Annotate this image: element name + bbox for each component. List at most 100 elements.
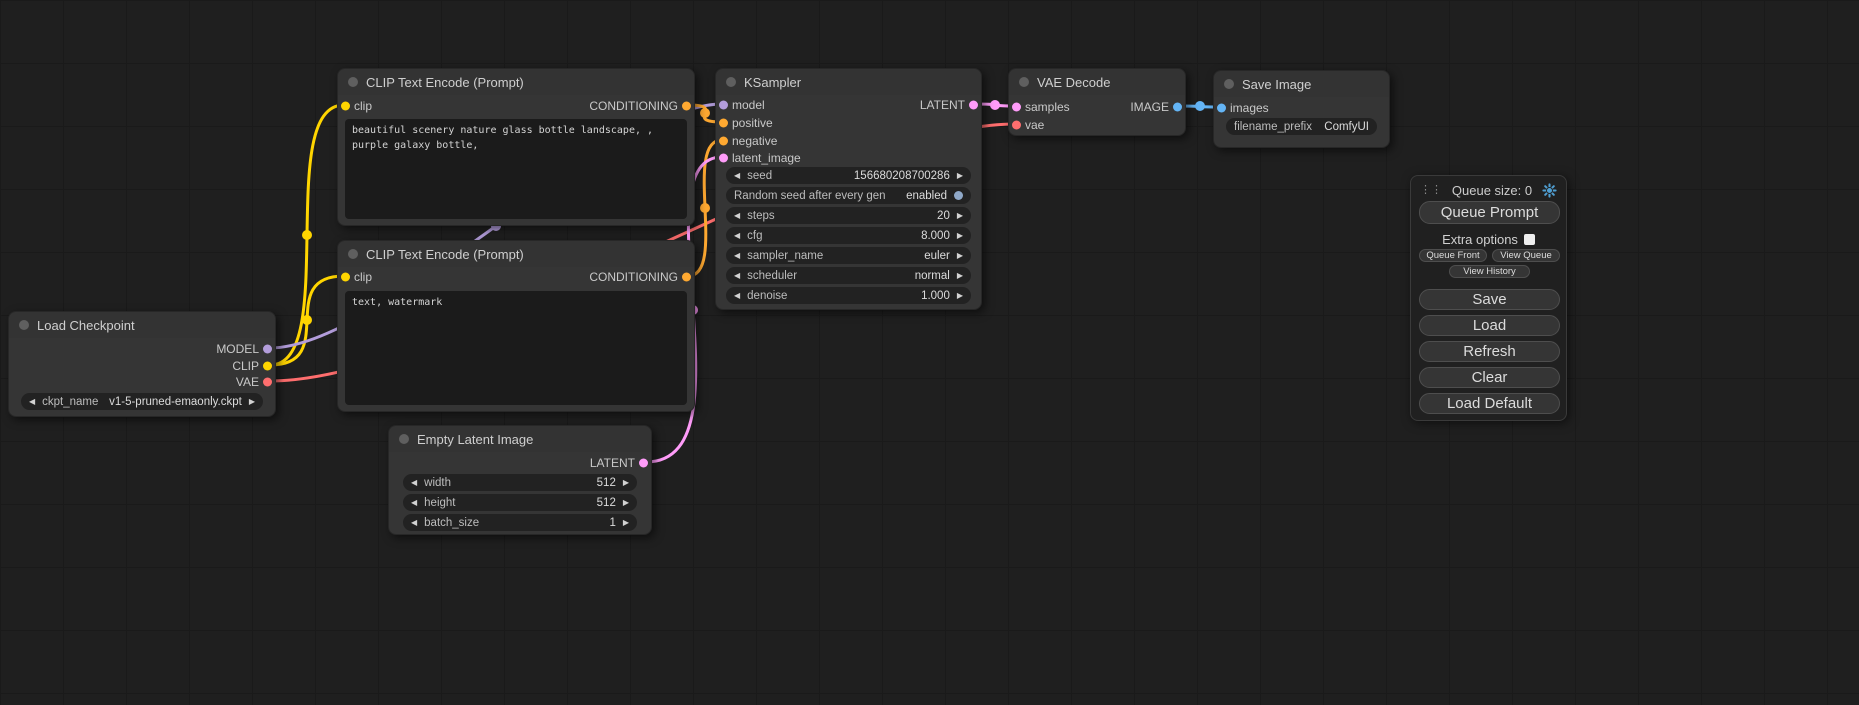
collapse-dot[interactable] (348, 77, 358, 87)
node-title-text: CLIP Text Encode (Prompt) (366, 75, 524, 90)
node-ksampler[interactable]: KSampler model positive negative latent_… (715, 68, 982, 310)
drag-handle-icon[interactable]: ⋮⋮ (1420, 185, 1442, 196)
load-button[interactable]: Load (1419, 315, 1560, 336)
denoise-widget[interactable]: ◀ denoise 1.000 ▶ (726, 287, 971, 304)
decrement-arrow-icon[interactable]: ◀ (411, 479, 417, 487)
decrement-arrow-icon[interactable]: ◀ (734, 272, 740, 280)
port-label: clip (354, 99, 372, 113)
steps-widget[interactable]: ◀ steps 20 ▶ (726, 207, 971, 224)
increment-arrow-icon[interactable]: ▶ (249, 398, 255, 406)
node-clip-text-encode-positive[interactable]: CLIP Text Encode (Prompt) clip CONDITION… (337, 68, 695, 226)
decrement-arrow-icon[interactable]: ◀ (29, 398, 35, 406)
increment-arrow-icon[interactable]: ▶ (957, 232, 963, 240)
node-save-image[interactable]: Save Image images filename_prefix ComfyU… (1213, 70, 1390, 148)
increment-arrow-icon[interactable]: ▶ (957, 252, 963, 260)
node-title-text: Load Checkpoint (37, 318, 135, 333)
collapse-dot[interactable] (399, 434, 409, 444)
model-input-dot[interactable] (719, 101, 728, 110)
decrement-arrow-icon[interactable]: ◀ (411, 519, 417, 527)
refresh-button[interactable]: Refresh (1419, 341, 1560, 362)
conditioning-output-dot[interactable] (682, 102, 691, 111)
clip-input-dot[interactable] (341, 102, 350, 111)
node-vae-decode[interactable]: VAE Decode samples vae IMAGE (1008, 68, 1186, 136)
view-queue-button[interactable]: View Queue (1492, 249, 1560, 262)
widget-value: 512 (463, 497, 616, 509)
collapse-dot[interactable] (19, 320, 29, 330)
node-header: KSampler (716, 69, 981, 95)
port-label: IMAGE (1130, 100, 1169, 114)
collapse-dot[interactable] (726, 77, 736, 87)
latent-output-dot[interactable] (639, 459, 648, 468)
width-widget[interactable]: ◀ width 512 ▶ (403, 474, 637, 491)
seed-widget[interactable]: ◀ seed 156680208700286 ▶ (726, 167, 971, 184)
increment-arrow-icon[interactable]: ▶ (957, 172, 963, 180)
random-seed-toggle[interactable]: Random seed after every gen enabled (726, 187, 971, 204)
filename-prefix-widget[interactable]: filename_prefix ComfyUI (1226, 118, 1377, 135)
widget-label: ckpt_name (42, 396, 98, 408)
collapse-dot[interactable] (348, 249, 358, 259)
link-midpoint-dot (990, 100, 1000, 110)
save-button[interactable]: Save (1419, 289, 1560, 310)
decrement-arrow-icon[interactable]: ◀ (734, 172, 740, 180)
image-output-dot[interactable] (1173, 103, 1182, 112)
settings-gear-icon[interactable] (1542, 183, 1557, 198)
link-midpoint-dot (700, 108, 710, 118)
conditioning-output-dot[interactable] (682, 273, 691, 282)
positive-input-dot[interactable] (719, 119, 728, 128)
node-load-checkpoint[interactable]: Load Checkpoint MODEL CLIP VAE ◀ ckpt_na… (8, 311, 276, 417)
link-midpoint-dot (700, 203, 710, 213)
vae-input-dot[interactable] (1012, 121, 1021, 130)
model-output-dot[interactable] (263, 345, 272, 354)
ckpt-name-widget[interactable]: ◀ ckpt_name v1-5-pruned-emaonly.ckpt ▶ (21, 393, 263, 410)
negative-input-port: negative (716, 133, 777, 149)
collapse-dot[interactable] (1019, 77, 1029, 87)
node-title-text: CLIP Text Encode (Prompt) (366, 247, 524, 262)
node-graph-canvas[interactable]: Load Checkpoint MODEL CLIP VAE ◀ ckpt_na… (0, 0, 1859, 705)
node-clip-text-encode-negative[interactable]: CLIP Text Encode (Prompt) clip CONDITION… (337, 240, 695, 412)
samples-input-dot[interactable] (1012, 103, 1021, 112)
decrement-arrow-icon[interactable]: ◀ (411, 499, 417, 507)
node-empty-latent-image[interactable]: Empty Latent Image LATENT ◀ width 512 ▶ … (388, 425, 652, 535)
clip-input-port: clip (338, 98, 372, 114)
port-label: LATENT (590, 456, 635, 470)
decrement-arrow-icon[interactable]: ◀ (734, 252, 740, 260)
queue-front-button[interactable]: Queue Front (1419, 249, 1487, 262)
widget-value: enabled (893, 190, 947, 202)
clip-input-dot[interactable] (341, 273, 350, 282)
positive-prompt-textarea[interactable]: beautiful scenery nature glass bottle la… (345, 119, 687, 219)
increment-arrow-icon[interactable]: ▶ (623, 499, 629, 507)
collapse-dot[interactable] (1224, 79, 1234, 89)
clear-button[interactable]: Clear (1419, 367, 1560, 388)
widget-value: 512 (458, 477, 616, 489)
sampler-name-widget[interactable]: ◀ sampler_name euler ▶ (726, 247, 971, 264)
view-history-button[interactable]: View History (1449, 265, 1530, 278)
increment-arrow-icon[interactable]: ▶ (957, 292, 963, 300)
images-input-dot[interactable] (1217, 104, 1226, 113)
port-label: VAE (236, 375, 259, 389)
toggle-dot-icon[interactable] (954, 191, 963, 200)
negative-prompt-textarea[interactable]: text, watermark (345, 291, 687, 405)
cfg-widget[interactable]: ◀ cfg 8.000 ▶ (726, 227, 971, 244)
increment-arrow-icon[interactable]: ▶ (957, 212, 963, 220)
model-input-port: model (716, 97, 765, 113)
extra-options-checkbox[interactable] (1524, 234, 1535, 245)
decrement-arrow-icon[interactable]: ◀ (734, 232, 740, 240)
port-label: model (732, 98, 765, 112)
latent-image-input-port: latent_image (716, 150, 801, 166)
increment-arrow-icon[interactable]: ▶ (623, 479, 629, 487)
scheduler-widget[interactable]: ◀ scheduler normal ▶ (726, 267, 971, 284)
increment-arrow-icon[interactable]: ▶ (957, 272, 963, 280)
decrement-arrow-icon[interactable]: ◀ (734, 212, 740, 220)
batch-size-widget[interactable]: ◀ batch_size 1 ▶ (403, 514, 637, 531)
height-widget[interactable]: ◀ height 512 ▶ (403, 494, 637, 511)
increment-arrow-icon[interactable]: ▶ (623, 519, 629, 527)
negative-input-dot[interactable] (719, 137, 728, 146)
widget-value: 20 (782, 210, 950, 222)
queue-prompt-button[interactable]: Queue Prompt (1419, 201, 1560, 224)
clip-output-dot[interactable] (263, 362, 272, 371)
latent-image-input-dot[interactable] (719, 154, 728, 163)
latent-output-dot[interactable] (969, 101, 978, 110)
decrement-arrow-icon[interactable]: ◀ (734, 292, 740, 300)
vae-output-dot[interactable] (263, 378, 272, 387)
load-default-button[interactable]: Load Default (1419, 393, 1560, 414)
